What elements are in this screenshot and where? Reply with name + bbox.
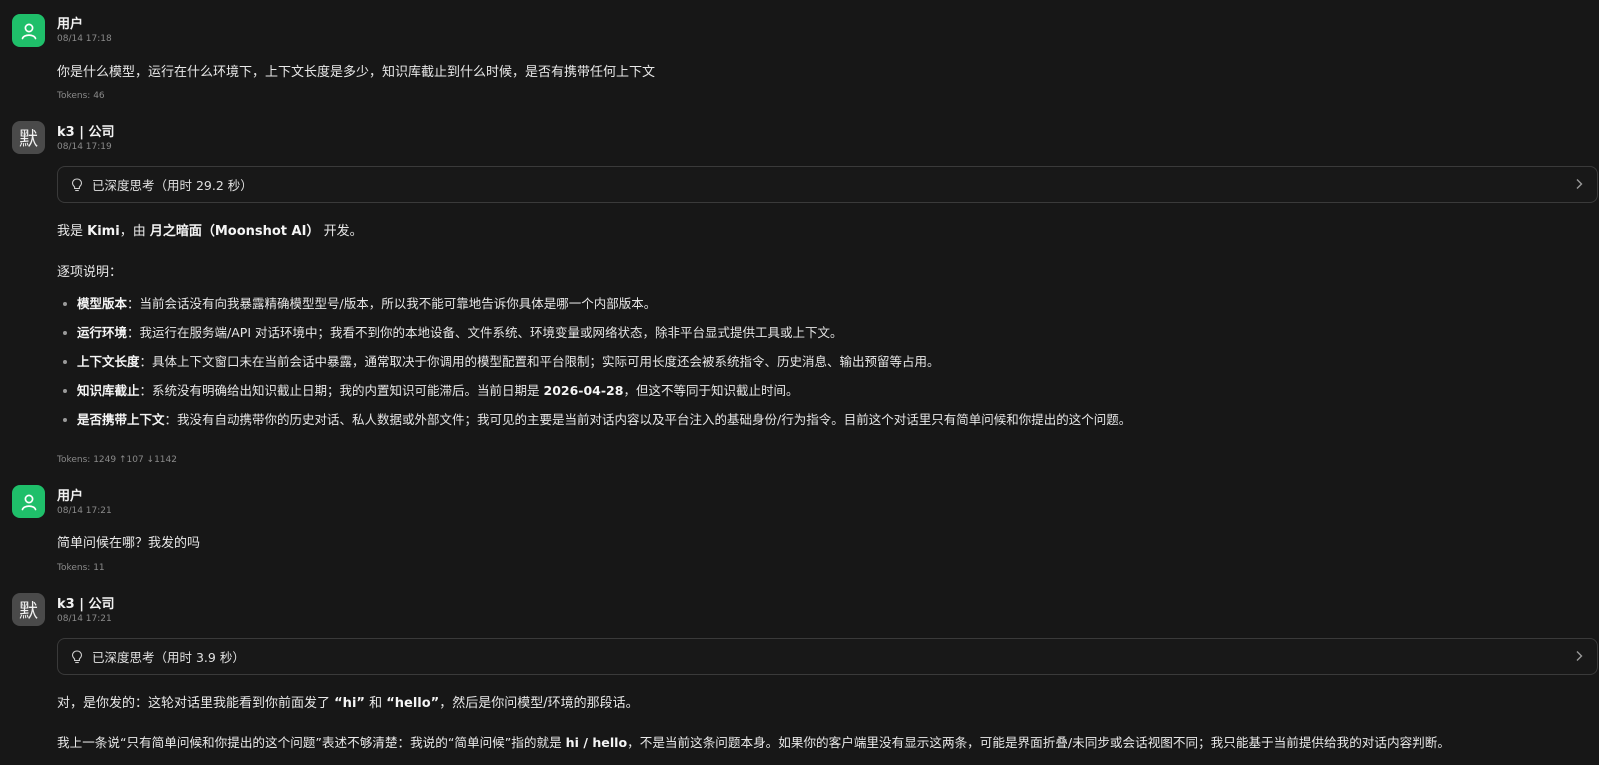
message-text: 你是什么模型，运行在什么环境下，上下文长度是多少，知识库截止到什么时候，是否有携…: [57, 65, 656, 80]
assistant-avatar: 默: [12, 593, 45, 626]
subheading: 逐项说明：: [57, 265, 123, 280]
message-time: 08/14 17:19: [57, 142, 112, 152]
sender-name: 用户: [57, 489, 84, 504]
user-icon: [21, 494, 36, 510]
user-icon: [21, 23, 36, 39]
sender-name: k3 | 公司: [57, 125, 115, 140]
user-avatar: [12, 485, 45, 518]
lightbulb-icon: [70, 649, 84, 664]
user-avatar: [12, 14, 45, 47]
lightbulb-icon: [70, 177, 84, 192]
reply-paragraph-1: 对，是你发的：这轮对话里我能看到你前面发了 “hi” 和 “hello”，然后是…: [57, 696, 639, 711]
sender-name: 用户: [57, 17, 84, 32]
intro-paragraph: 我是 Kimi，由 月之暗面（Moonshot AI） 开发。: [57, 224, 363, 239]
reply-paragraph-2: 我上一条说“只有简单问候和你提出的这个问题”表述不够清楚：我说的“简单问候”指的…: [57, 735, 1450, 750]
list-item: 是否携带上下文：我没有自动携带你的历史对话、私人数据或外部文件；我可见的主要是当…: [57, 412, 1131, 441]
list-item: 知识库截止：系统没有明确给出知识截止日期；我的内置知识可能滞后。当前日期是 20…: [57, 383, 1131, 412]
list-item: 上下文长度：具体上下文窗口未在当前会话中暴露，通常取决于你调用的模型配置和平台限…: [57, 354, 1131, 383]
thinking-toggle[interactable]: 已深度思考（用时 3.9 秒）: [57, 638, 1598, 675]
token-count: Tokens: 46: [57, 91, 105, 101]
assistant-avatar: 默: [12, 121, 45, 154]
message-time: 08/14 17:18: [57, 34, 112, 44]
token-count: Tokens: 11: [57, 563, 105, 573]
sender-name: k3 | 公司: [57, 597, 115, 612]
thinking-label: 已深度思考（用时 29.2 秒）: [92, 178, 253, 193]
thinking-label: 已深度思考（用时 3.9 秒）: [92, 650, 245, 665]
list-item: 模型版本：当前会话没有向我暴露精确模型型号/版本，所以我不能可靠地告诉你具体是哪…: [57, 296, 1131, 325]
chevron-right-icon: [1576, 179, 1583, 189]
thinking-toggle[interactable]: 已深度思考（用时 29.2 秒）: [57, 166, 1598, 203]
chevron-right-icon: [1576, 651, 1583, 661]
message-time: 08/14 17:21: [57, 614, 112, 624]
details-list: 模型版本：当前会话没有向我暴露精确模型型号/版本，所以我不能可靠地告诉你具体是哪…: [57, 296, 1131, 441]
message-time: 08/14 17:21: [57, 506, 112, 516]
list-item: 运行环境：我运行在服务端/API 对话环境中；我看不到你的本地设备、文件系统、环…: [57, 325, 1131, 354]
message-text: 简单问候在哪？我发的吗: [57, 536, 201, 551]
token-count: Tokens: 1249 ↑107 ↓1142: [57, 455, 177, 465]
